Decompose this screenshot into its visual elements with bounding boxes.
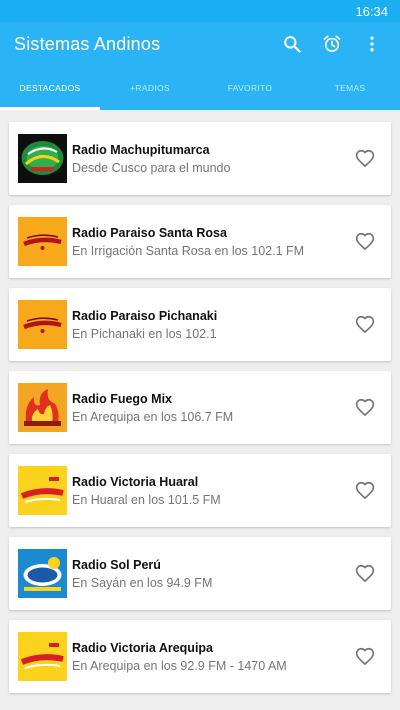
station-card[interactable]: Radio Victoria Huaral En Huaral en los 1… (9, 454, 391, 527)
heart-outline-icon (355, 647, 375, 665)
station-info: Radio Paraiso Pichanaki En Pichanaki en … (72, 309, 349, 341)
station-subtitle: En Arequipa en los 106.7 FM (72, 409, 234, 424)
station-info: Radio Victoria Arequipa En Arequipa en l… (72, 641, 349, 673)
tab-radios[interactable]: +RADIOS (100, 66, 200, 110)
fuego-mix-logo (18, 383, 67, 432)
station-card[interactable]: Radio Victoria Arequipa En Arequipa en l… (9, 620, 391, 693)
station-name: Radio Sol Perú (72, 557, 161, 572)
status-time: 16:34 (355, 3, 388, 19)
victoria-logo (18, 632, 67, 681)
app-title: Sistemas Andinos (14, 33, 161, 54)
station-info: Radio Fuego Mix En Arequipa en los 106.7… (72, 392, 349, 424)
heart-outline-icon (355, 398, 375, 416)
heart-outline-icon (355, 564, 375, 582)
station-card[interactable]: Radio Machupitumarca Desde Cusco para el… (9, 122, 391, 195)
station-subtitle: En Huaral en los 101.5 FM (72, 492, 221, 507)
station-subtitle: En Irrigación Santa Rosa en los 102.1 FM (72, 243, 305, 258)
heart-outline-icon (355, 315, 375, 333)
station-card[interactable]: Radio Sol Perú En Sayán en los 94.9 FM (9, 537, 391, 610)
favorite-button[interactable] (349, 558, 381, 590)
station-subtitle: Desde Cusco para el mundo (72, 160, 231, 175)
station-info: Radio Paraiso Santa Rosa En Irrigación S… (72, 226, 349, 258)
tab-destacados[interactable]: DESTACADOS (0, 66, 100, 110)
station-info: Radio Machupitumarca Desde Cusco para el… (72, 143, 349, 175)
app-actions (272, 24, 392, 64)
tab-bar: DESTACADOS +RADIOS FAVORITO TEMAS (0, 66, 400, 110)
overflow-menu-button[interactable] (352, 24, 392, 64)
station-name: Radio Victoria Arequipa (72, 640, 214, 655)
paraiso-logo (18, 217, 67, 266)
station-name: Radio Fuego Mix (72, 391, 172, 406)
status-bar: 16:34 (0, 0, 400, 22)
victoria-logo (18, 466, 67, 515)
machupitumarca-logo (18, 134, 67, 183)
heart-outline-icon (355, 232, 375, 250)
alarm-button[interactable] (312, 24, 352, 64)
tab-favorito[interactable]: FAVORITO (200, 66, 300, 110)
station-card[interactable]: Radio Paraiso Pichanaki En Pichanaki en … (9, 288, 391, 361)
heart-outline-icon (355, 149, 375, 167)
favorite-button[interactable] (349, 309, 381, 341)
station-name: Radio Victoria Huaral (72, 474, 199, 489)
alarm-clock-icon (323, 35, 341, 52)
favorite-button[interactable] (349, 475, 381, 507)
favorite-button[interactable] (349, 641, 381, 673)
station-subtitle: En Pichanaki en los 102.1 (72, 326, 217, 341)
paraiso-logo (18, 300, 67, 349)
station-info: Radio Victoria Huaral En Huaral en los 1… (72, 475, 349, 507)
station-name: Radio Machupitumarca (72, 142, 210, 157)
app-bar: Sistemas Andinos (0, 22, 400, 66)
search-button[interactable] (272, 24, 312, 64)
station-card[interactable]: Radio Paraiso Santa Rosa En Irrigación S… (9, 205, 391, 278)
station-info: Radio Sol Perú En Sayán en los 94.9 FM (72, 558, 349, 590)
more-vertical-icon (370, 36, 374, 52)
station-name: Radio Paraiso Pichanaki (72, 308, 218, 323)
station-name: Radio Paraiso Santa Rosa (72, 225, 227, 240)
station-list: Radio Machupitumarca Desde Cusco para el… (0, 110, 400, 693)
station-subtitle: En Sayán en los 94.9 FM (72, 575, 213, 590)
favorite-button[interactable] (349, 143, 381, 175)
sol-peru-logo (18, 549, 67, 598)
tab-temas[interactable]: TEMAS (300, 66, 400, 110)
heart-outline-icon (355, 481, 375, 499)
search-icon (284, 36, 301, 53)
tab-indicator (0, 107, 100, 110)
favorite-button[interactable] (349, 226, 381, 258)
favorite-button[interactable] (349, 392, 381, 424)
station-subtitle: En Arequipa en los 92.9 FM - 1470 AM (72, 658, 287, 673)
station-card[interactable]: Radio Fuego Mix En Arequipa en los 106.7… (9, 371, 391, 444)
